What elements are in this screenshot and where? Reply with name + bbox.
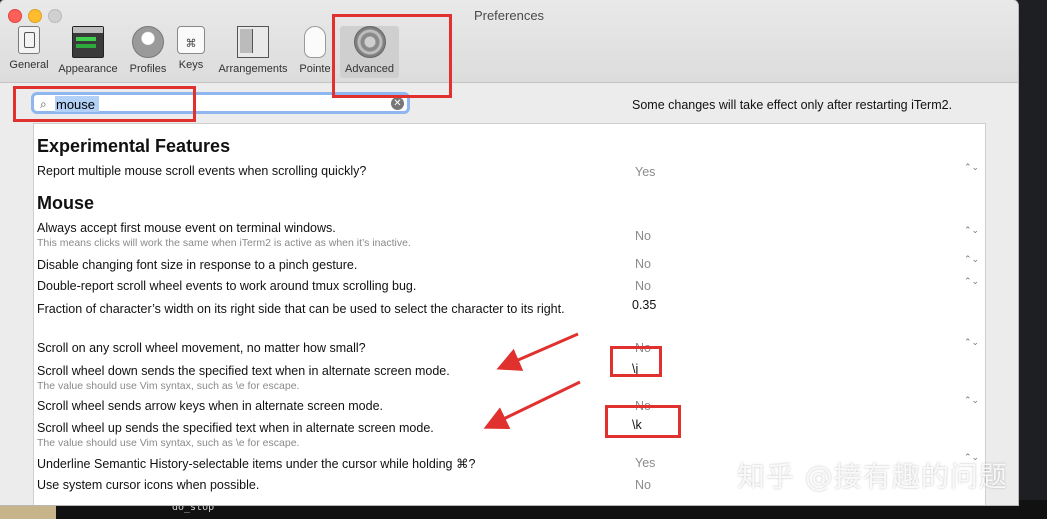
arrow-to-scroll-up [483,380,581,429]
arrow-to-scroll-down [496,332,579,371]
watermark: 知乎 @接有趣的问题 [737,460,1008,493]
annotation-arrows [483,332,581,429]
